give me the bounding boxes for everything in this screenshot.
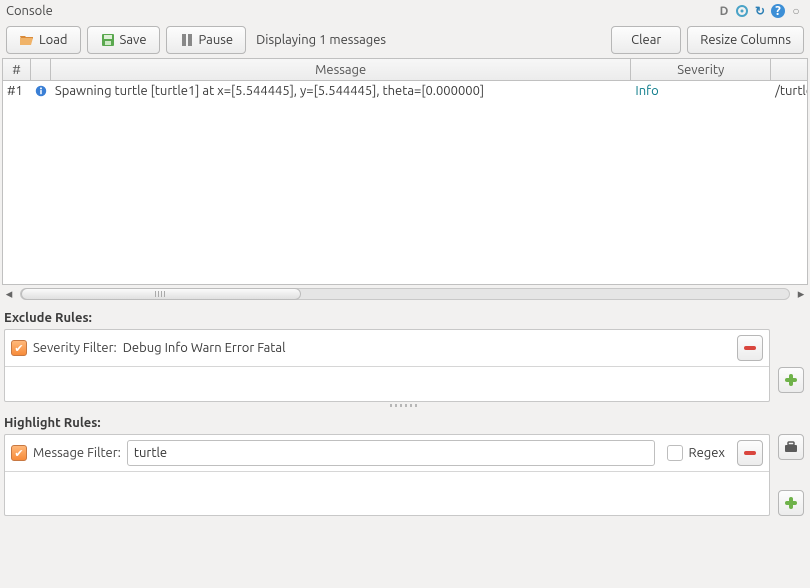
title-bar: Console D ↻ ? ○ <box>0 0 810 22</box>
plus-icon <box>783 372 799 388</box>
window-title: Console <box>6 4 53 18</box>
save-label: Save <box>120 33 147 47</box>
edit-highlight-rule-button[interactable] <box>778 434 804 460</box>
titlebar-icons: D ↻ ? ○ <box>716 3 804 19</box>
pause-label: Pause <box>199 33 234 47</box>
load-button[interactable]: Load <box>6 26 81 54</box>
svg-text:?: ? <box>775 4 781 18</box>
save-icon <box>100 32 116 48</box>
exclude-rules-title: Exclude Rules: <box>0 303 810 329</box>
highlight-side-buttons <box>776 434 806 516</box>
delete-exclude-rule-button[interactable] <box>737 335 763 361</box>
resize-columns-button[interactable]: Resize Columns <box>687 26 804 54</box>
highlight-rules-list: ✔ Message Filter: Regex <box>4 434 770 516</box>
highlight-rule-type: Message Filter: <box>33 446 121 460</box>
toolbox-icon <box>783 439 799 455</box>
exclude-rule-checkbox[interactable]: ✔ <box>11 340 27 356</box>
exclude-side-buttons <box>776 329 806 402</box>
table-row[interactable]: #1 Spawning turtle [turtle1] at x=[5.544… <box>3 81 807 101</box>
scroll-thumb[interactable] <box>21 288 301 300</box>
exclude-rules-list: ✔ Severity Filter: Debug Info Warn Error… <box>4 329 770 402</box>
header-node[interactable] <box>771 59 807 80</box>
load-label: Load <box>39 33 68 47</box>
minus-icon <box>742 445 758 461</box>
cell-icon <box>31 83 51 99</box>
delete-highlight-rule-button[interactable] <box>737 440 763 466</box>
scroll-track[interactable] <box>20 288 790 300</box>
status-text: Displaying 1 messages <box>256 33 386 47</box>
info-icon <box>35 83 47 99</box>
gear-icon[interactable] <box>734 3 750 19</box>
highlight-rules-box: ✔ Message Filter: Regex <box>0 434 810 516</box>
pause-icon <box>179 32 195 48</box>
plus-icon <box>783 495 799 511</box>
resize-label: Resize Columns <box>700 33 791 47</box>
minus-icon <box>742 340 758 356</box>
folder-open-icon <box>19 32 35 48</box>
help-icon[interactable]: ? <box>770 3 786 19</box>
highlight-rule-input[interactable] <box>127 440 655 466</box>
highlight-rule-row[interactable]: ✔ Message Filter: Regex <box>5 435 769 472</box>
clear-label: Clear <box>631 33 661 47</box>
reload-icon[interactable]: ↻ <box>752 3 768 19</box>
messages-table: # Message Severity #1 Spawning turtle [t… <box>2 58 808 285</box>
exclude-rule-type: Severity Filter: <box>33 341 117 355</box>
add-highlight-rule-button[interactable] <box>778 490 804 516</box>
scroll-right-icon[interactable]: ▸ <box>794 287 808 301</box>
close-icon[interactable]: ○ <box>788 3 804 19</box>
exclude-rule-value: Debug Info Warn Error Fatal <box>123 341 731 355</box>
scroll-left-icon[interactable]: ◂ <box>2 287 16 301</box>
header-severity[interactable]: Severity <box>631 59 771 80</box>
exclude-rules-box: ✔ Severity Filter: Debug Info Warn Error… <box>0 329 810 402</box>
header-message[interactable]: Message <box>51 59 632 80</box>
add-exclude-rule-button[interactable] <box>778 367 804 393</box>
pause-button[interactable]: Pause <box>166 26 247 54</box>
regex-checkbox[interactable] <box>667 445 683 461</box>
d-icon[interactable]: D <box>716 3 732 19</box>
horizontal-scrollbar[interactable]: ◂ ▸ <box>0 285 810 303</box>
exclude-rule-row[interactable]: ✔ Severity Filter: Debug Info Warn Error… <box>5 330 769 367</box>
cell-message: Spawning turtle [turtle1] at x=[5.544445… <box>51 84 632 98</box>
cell-severity: Info <box>631 84 771 98</box>
header-icon[interactable] <box>31 59 51 80</box>
cell-index: #1 <box>3 84 31 98</box>
clear-button[interactable]: Clear <box>611 26 681 54</box>
toolbar: Load Save Pause Displaying 1 messages Cl… <box>0 22 810 58</box>
highlight-rules-blank <box>5 472 769 506</box>
header-index[interactable]: # <box>3 59 31 80</box>
highlight-rule-checkbox[interactable]: ✔ <box>11 445 27 461</box>
highlight-rules-title: Highlight Rules: <box>0 408 810 434</box>
cell-node: /turtlesim <box>771 84 807 98</box>
exclude-rules-blank <box>5 367 769 401</box>
table-header-row: # Message Severity <box>3 59 807 81</box>
regex-label: Regex <box>689 446 725 460</box>
save-button[interactable]: Save <box>87 26 160 54</box>
table-body: #1 Spawning turtle [turtle1] at x=[5.544… <box>3 81 807 284</box>
